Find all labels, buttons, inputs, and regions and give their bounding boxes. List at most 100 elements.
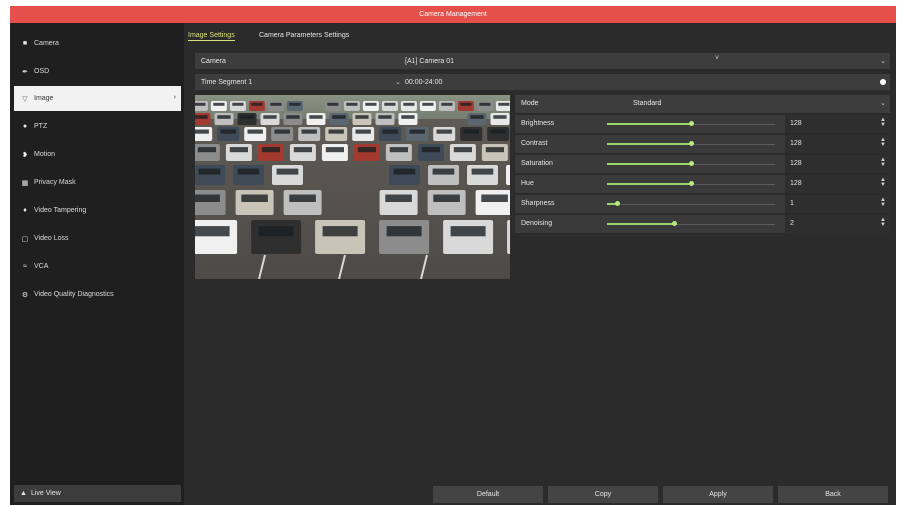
car-window — [276, 168, 299, 175]
camera-select-value[interactable]: [A1] Camera 01 — [405, 58, 454, 65]
sidebar-item-privacy-mask[interactable]: ▦ Privacy Mask — [14, 170, 181, 195]
car-window — [421, 147, 440, 153]
contrast-stepper[interactable]: 128 ▲ ▼ — [785, 135, 890, 153]
brightness-stepper[interactable]: 128 ▲ ▼ — [785, 115, 890, 133]
sidebar-item-label: OSD — [34, 68, 50, 75]
chevron-down-icon: ⌄ — [880, 58, 886, 65]
camera-select-row[interactable]: Camera [A1] Camera 01 ˅ ⌄ — [195, 53, 890, 69]
sidebar-item-vca[interactable]: ≈ VCA — [14, 254, 181, 279]
car — [306, 113, 326, 125]
car-window — [441, 102, 453, 106]
car-window — [289, 102, 301, 106]
car — [467, 113, 487, 125]
contrast-slider[interactable] — [601, 135, 781, 153]
tab-camera-parameters-settings[interactable]: Camera Parameters Settings — [259, 32, 349, 39]
car-window — [229, 147, 248, 153]
car-window — [403, 102, 415, 106]
car-window — [309, 115, 323, 119]
brightness-slider[interactable] — [601, 115, 781, 133]
default-button[interactable]: Default — [433, 486, 543, 503]
ptz-icon: ● — [22, 123, 28, 130]
slider-thumb[interactable] — [672, 221, 678, 226]
car-window — [382, 129, 398, 134]
car — [467, 165, 498, 185]
sidebar-item-camera[interactable]: ■ Camera — [14, 31, 181, 56]
time-segment-select[interactable]: Time Segment 1 — [201, 79, 252, 86]
sharpness-slider[interactable] — [601, 195, 781, 213]
car-window — [241, 194, 268, 202]
car — [217, 127, 240, 141]
car-window — [251, 102, 263, 106]
sharpness-stepper[interactable]: 1 ▲ ▼ — [785, 195, 890, 213]
car — [506, 165, 510, 185]
car — [343, 101, 360, 111]
mode-row[interactable]: Mode Standard ⌄ — [515, 95, 890, 113]
car — [427, 190, 466, 215]
vca-icon: ≈ — [23, 263, 27, 270]
saturation-stepper[interactable]: 128 ▲ ▼ — [785, 155, 890, 173]
sidebar-item-video-loss[interactable]: ▢ Video Loss — [14, 226, 181, 251]
copy-button[interactable]: Copy — [548, 486, 658, 503]
spin-arrows-icon[interactable]: ▲ ▼ — [880, 197, 886, 208]
slider-thumb[interactable] — [689, 121, 694, 126]
car — [487, 127, 510, 141]
mode-select-value[interactable]: Standard — [633, 100, 661, 107]
brightness-label: Brightness — [521, 120, 555, 127]
denoising-label: Denoising — [521, 220, 553, 227]
sidebar-item-motion[interactable]: ❥ Motion — [14, 142, 181, 167]
saturation-slider[interactable] — [601, 155, 781, 173]
slider-thumb[interactable] — [615, 201, 621, 206]
car — [490, 113, 510, 125]
spin-arrows-icon[interactable]: ▲ ▼ — [880, 137, 886, 148]
spin-arrows-icon[interactable]: ▲ ▼ — [880, 117, 886, 128]
sidebar-item-video-quality-diagnostics[interactable]: ⚙ Video Quality Diagnostics — [14, 282, 181, 307]
slider-fill — [607, 163, 691, 165]
chevron-down-icon: ⌄ — [395, 79, 401, 86]
tab-image-settings[interactable]: Image Settings — [188, 32, 235, 41]
car-window — [328, 129, 344, 134]
hue-stepper[interactable]: 128 ▲ ▼ — [785, 175, 890, 193]
hue-slider[interactable] — [601, 175, 781, 193]
car — [419, 101, 436, 111]
spin-arrows-icon[interactable]: ▲ ▼ — [880, 217, 886, 228]
car-window — [385, 194, 412, 202]
slider-thumb[interactable] — [689, 181, 694, 186]
car — [195, 127, 213, 141]
car — [352, 113, 372, 125]
contrast-row: Contrast 128 ▲ ▼ — [515, 135, 890, 153]
time-segment-row[interactable]: Time Segment 1 ⌄ 00:00-24:00 — [195, 74, 890, 90]
time-segment-indicator[interactable] — [880, 79, 886, 85]
car-window — [355, 115, 369, 119]
brightness-value: 128 — [790, 120, 802, 127]
saturation-row: Saturation 128 ▲ ▼ — [515, 155, 890, 173]
car — [315, 220, 366, 254]
spin-arrows-icon[interactable]: ▲ ▼ — [880, 157, 886, 168]
spin-arrows-icon[interactable]: ▲ ▼ — [880, 177, 886, 188]
car — [381, 101, 398, 111]
sidebar-item-ptz[interactable]: ● PTZ — [14, 114, 181, 139]
slider-thumb[interactable] — [689, 141, 694, 146]
car-window — [195, 226, 230, 237]
car-window — [258, 226, 294, 237]
denoising-stepper[interactable]: 2 ▲ ▼ — [785, 215, 890, 233]
car-window — [232, 102, 244, 106]
car-window — [346, 102, 358, 106]
car — [362, 101, 379, 111]
slider-thumb[interactable] — [689, 161, 694, 166]
car — [235, 190, 274, 215]
car-window — [355, 129, 371, 134]
apply-button[interactable]: Apply — [663, 486, 773, 503]
brightness-row: Brightness 128 ▲ ▼ — [515, 115, 890, 133]
sidebar-item-video-tampering[interactable]: ♦ Video Tampering — [14, 198, 181, 223]
sidebar-item-osd[interactable]: ✒ OSD — [14, 59, 181, 84]
car-window — [195, 115, 208, 119]
live-view-button[interactable]: ▲ Live View — [14, 485, 181, 502]
sidebar-item-label: Video Tampering — [34, 207, 87, 214]
car-window — [498, 102, 510, 106]
denoising-slider[interactable] — [601, 215, 781, 233]
back-button[interactable]: Back — [778, 486, 888, 503]
car — [244, 127, 267, 141]
car-window — [436, 129, 452, 134]
car-window — [289, 194, 316, 202]
sidebar-item-image[interactable]: ▽ Image › — [14, 86, 181, 111]
